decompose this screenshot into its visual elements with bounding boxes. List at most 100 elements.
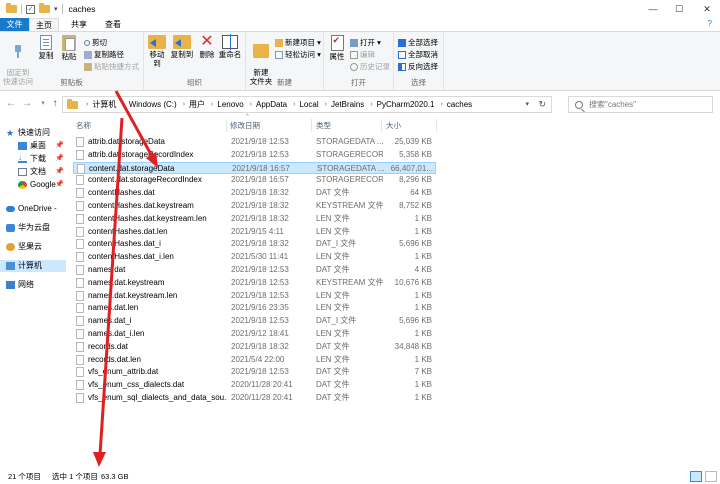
breadcrumb-item[interactable]: caches xyxy=(447,100,472,109)
rename-button[interactable]: 重命名 xyxy=(218,34,242,59)
select-none-button[interactable]: 全部取消 xyxy=(398,49,438,60)
file-row[interactable]: contentHashes.dat_i.len 2021/5/30 11:41 LE… xyxy=(73,251,436,263)
nav-item-network[interactable]: 网络 xyxy=(6,279,34,291)
column-divider[interactable] xyxy=(381,119,382,132)
paste-button[interactable]: 粘贴 xyxy=(59,35,79,61)
chevron-right-icon[interactable]: › xyxy=(325,101,327,108)
new-folder-quick-icon[interactable] xyxy=(39,3,50,13)
nav-item-computer[interactable]: 计算机 xyxy=(0,260,66,272)
copy-to-button[interactable]: 复制到 xyxy=(170,35,194,59)
column-header-size[interactable]: 大小 xyxy=(386,120,436,131)
nav-item-huawei-cloud[interactable]: 华为云盘 xyxy=(6,222,50,234)
nav-item-onedrive[interactable]: OneDrive - xyxy=(6,203,57,215)
file-name: contentHashes.dat_i xyxy=(88,239,161,249)
file-row[interactable]: vfs_enum_css_dialects.dat 2020/11/28 20:4… xyxy=(73,379,436,391)
column-header-date[interactable]: 修改日期 xyxy=(230,120,310,131)
details-view-icon[interactable] xyxy=(690,471,702,482)
file-row[interactable]: content.dat.storageData 2021/9/18 16:57 ST… xyxy=(73,161,436,174)
file-row[interactable]: contentHashes.dat.keystream 2021/9/18 18:… xyxy=(73,200,436,212)
breadcrumb-item[interactable]: PyCharm2020.1 xyxy=(377,100,435,109)
file-row[interactable]: names.dat.len 2021/9/16 23:35 LEN 文件 1 KB xyxy=(73,302,436,314)
nav-item-google[interactable]: Google 📌 xyxy=(18,179,68,191)
file-type: DAT 文件 xyxy=(316,341,350,351)
nav-item-downloads[interactable]: 下载 📌 xyxy=(18,152,68,165)
file-row[interactable]: attrib.dat.storageRecordIndex 2021/9/18 1… xyxy=(73,149,436,161)
chevron-right-icon[interactable]: › xyxy=(122,101,124,108)
open-button[interactable]: 打开 ▾ xyxy=(350,37,381,48)
address-dropdown-icon[interactable]: ▾ xyxy=(525,97,529,112)
file-row[interactable]: contentHashes.dat.keystream.len 2021/9/18… xyxy=(73,213,436,225)
delete-button[interactable]: ✕ 删除 xyxy=(198,34,216,60)
edit-button[interactable]: 编辑 xyxy=(350,49,375,60)
breadcrumb-item[interactable]: AppData xyxy=(256,100,287,109)
properties-quick-icon[interactable]: ✓ xyxy=(26,4,35,14)
chevron-right-icon[interactable]: › xyxy=(293,101,295,108)
tab-view[interactable]: 查看 xyxy=(98,18,128,31)
file-row[interactable]: names.dat_i.len 2021/9/12 18:41 LEN 文件 1 KB xyxy=(73,328,436,340)
file-row[interactable]: names.dat.keystream.len 2021/9/18 12:53 LE… xyxy=(73,290,436,302)
file-row[interactable]: content.dat.storageRecordIndex 2021/9/18 … xyxy=(73,174,436,186)
tab-file[interactable]: 文件 xyxy=(0,18,29,31)
breadcrumb-item[interactable]: 用户 xyxy=(189,99,205,110)
chevron-right-icon[interactable]: › xyxy=(370,101,372,108)
chevron-right-icon[interactable]: › xyxy=(440,101,442,108)
nav-item-documents[interactable]: 文档 📌 xyxy=(18,166,68,178)
properties-button[interactable]: 属性 xyxy=(327,35,347,61)
customize-quick-access-icon[interactable]: ▾ xyxy=(54,5,58,13)
file-row[interactable]: attrib.dat.storageData 2021/9/18 12:53 STO… xyxy=(73,136,436,148)
history-button[interactable]: 历史记录 xyxy=(350,61,390,72)
file-row[interactable]: names.dat.keystream 2021/9/18 12:53 KEYSTR… xyxy=(73,277,436,289)
new-item-button[interactable]: 新建项目 ▾ xyxy=(275,37,321,48)
forward-arrow-icon[interactable]: → xyxy=(20,97,34,111)
up-arrow-icon[interactable]: ↑ xyxy=(48,97,62,111)
file-icon xyxy=(76,265,84,275)
file-row[interactable]: names.dat 2021/9/18 12:53 DAT 文件 4 KB xyxy=(73,264,436,276)
file-row[interactable]: records.dat.len 2021/5/4 22:00 LEN 文件 1 KB xyxy=(73,354,436,366)
breadcrumb-item[interactable]: Windows (C:) xyxy=(129,100,177,109)
maximize-button[interactable]: ☐ xyxy=(666,0,692,18)
column-divider[interactable] xyxy=(226,119,227,132)
group-label-clipboard: 剪贴板 xyxy=(60,78,83,87)
breadcrumb-item[interactable]: 计算机 xyxy=(92,99,116,110)
tab-share[interactable]: 共享 xyxy=(64,18,94,31)
tab-home[interactable]: 主页 xyxy=(29,18,59,31)
chevron-right-icon[interactable]: › xyxy=(250,101,252,108)
copy-path-icon xyxy=(84,50,92,59)
file-row[interactable]: contentHashes.dat.len 2021/9/15 4:11 LEN 文… xyxy=(73,226,436,238)
address-bar[interactable]: › 计算机 › Windows (C:) › 用户 › Lenovo › AppData › Loc… xyxy=(62,96,552,113)
copy-path-button[interactable]: 复制路径 xyxy=(84,49,124,60)
refresh-icon[interactable]: ↻ xyxy=(538,97,546,112)
select-all-button[interactable]: 全部选择 xyxy=(398,37,438,48)
help-icon[interactable]: ? xyxy=(708,19,712,28)
move-to-button[interactable]: 移动到 xyxy=(146,35,168,68)
nav-item-desktop[interactable]: 桌面 📌 xyxy=(18,140,68,152)
back-arrow-icon[interactable]: ← xyxy=(4,97,18,111)
file-type: DAT 文件 xyxy=(316,393,350,402)
invert-selection-button[interactable]: 反向选择 xyxy=(398,61,438,72)
file-row[interactable]: vfs_enum_attrib.dat 2021/9/18 12:53 DAT 文件… xyxy=(73,366,436,378)
chevron-right-icon[interactable]: › xyxy=(183,101,185,108)
nav-item-jianguoyun[interactable]: 坚果云 xyxy=(6,241,42,253)
breadcrumb-item[interactable]: JetBrains xyxy=(331,100,364,109)
paste-shortcut-button[interactable]: 粘贴快捷方式 xyxy=(84,61,139,72)
file-row[interactable]: contentHashes.dat 2021/9/18 18:32 DAT 文件 64… xyxy=(73,187,436,199)
file-row[interactable]: records.dat 2021/9/18 18:32 DAT 文件 34,848 K… xyxy=(73,341,436,353)
copy-button[interactable]: 复制 xyxy=(36,35,56,60)
nav-item-quick-access[interactable]: ★ 快速访问 xyxy=(6,127,50,139)
breadcrumb-item[interactable]: Local xyxy=(299,100,318,109)
close-button[interactable]: ✕ xyxy=(694,0,720,18)
chevron-right-icon[interactable]: › xyxy=(211,101,213,108)
large-icons-view-icon[interactable] xyxy=(705,471,717,482)
column-divider[interactable] xyxy=(311,119,312,132)
file-row[interactable]: names.dat_i 2021/9/18 12:53 DAT_I 文件 5,696 … xyxy=(73,315,436,327)
file-row[interactable]: vfs_enum_sql_dialects_and_data_sou... 202… xyxy=(73,392,436,404)
column-divider[interactable] xyxy=(436,119,437,132)
minimize-button[interactable]: — xyxy=(640,0,666,18)
breadcrumb-item[interactable]: Lenovo xyxy=(217,100,243,109)
file-row[interactable]: contentHashes.dat_i 2021/9/18 18:32 DAT_I … xyxy=(73,238,436,250)
column-header-name[interactable]: 名称 xyxy=(76,120,226,131)
search-input[interactable]: 搜索"caches" xyxy=(568,96,713,113)
column-header-type[interactable]: 类型 xyxy=(316,120,381,131)
easy-access-button[interactable]: 轻松访问 ▾ xyxy=(275,49,321,60)
cut-button[interactable]: 剪切 xyxy=(84,37,107,48)
